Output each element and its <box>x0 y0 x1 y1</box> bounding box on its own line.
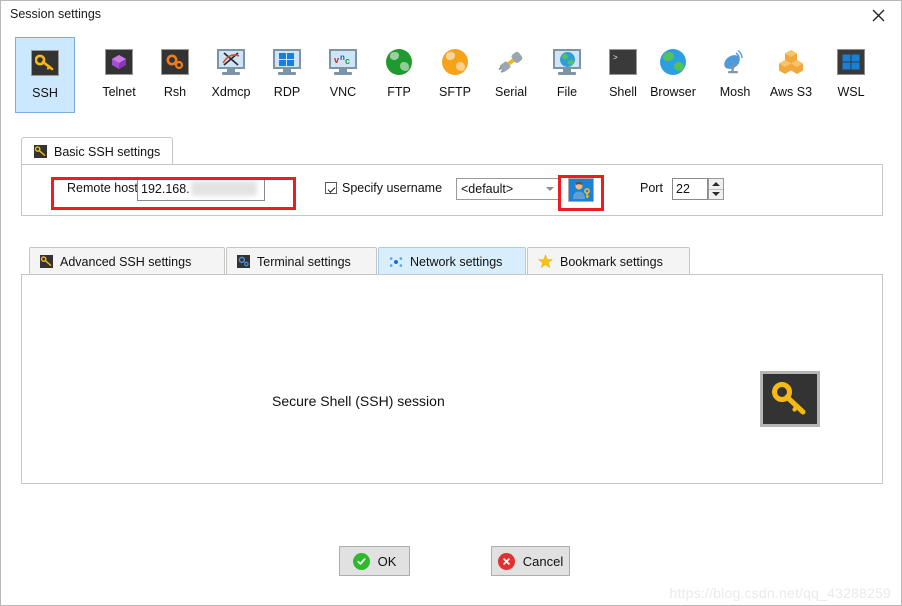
svg-text:v: v <box>334 55 339 65</box>
protocol-mosh[interactable]: Mosh <box>705 37 765 113</box>
tab-label: Bookmark settings <box>560 254 663 269</box>
protocol-label: Aws S3 <box>769 85 813 99</box>
user-key-icon <box>573 181 590 199</box>
ok-button[interactable]: OK <box>339 546 410 576</box>
protocol-label: Browser <box>650 85 696 99</box>
protocol-ftp[interactable]: FTP <box>369 37 429 113</box>
svg-text:c: c <box>345 56 350 66</box>
protocol-telnet[interactable]: Telnet <box>89 37 149 113</box>
basic-tab-row: Basic SSH settings <box>21 137 883 165</box>
session-settings-dialog: Session settings SSH Telnet Rsh Xdmcp RD… <box>0 0 902 606</box>
protocol-label: Telnet <box>102 85 136 99</box>
session-key-icon <box>760 371 820 427</box>
checkbox-icon <box>325 182 337 194</box>
x-circle-icon <box>497 552 515 570</box>
protocol-label: File <box>556 85 578 99</box>
select-user-button[interactable] <box>568 178 594 202</box>
spinner-up-button[interactable] <box>709 179 723 190</box>
tab-network-settings[interactable]: Network settings <box>378 247 526 275</box>
protocol-label: SFTP <box>439 85 471 99</box>
protocol-label: Rsh <box>163 85 187 99</box>
protocol-label: WSL <box>837 85 865 99</box>
protocol-aws-s3[interactable]: Aws S3 <box>761 37 821 113</box>
key-icon <box>40 255 53 268</box>
windows-logo-icon <box>835 46 867 78</box>
cancel-button[interactable]: Cancel <box>491 546 570 576</box>
x-monitor-icon <box>215 46 247 78</box>
protocol-label: VNC <box>329 85 357 99</box>
protocol-label: RDP <box>273 85 301 99</box>
satellite-dish-icon <box>719 46 751 78</box>
redacted-host-mask <box>191 181 257 196</box>
close-icon <box>872 9 884 21</box>
aws-cubes-icon <box>775 46 807 78</box>
blue-globe-icon <box>657 46 689 78</box>
protocol-label: Serial <box>495 85 527 99</box>
green-globe-icon <box>383 46 415 78</box>
tab-bookmark-settings[interactable]: Bookmark settings <box>527 247 690 275</box>
tab-advanced-ssh-settings[interactable]: Advanced SSH settings <box>29 247 225 275</box>
tab-terminal-settings[interactable]: Terminal settings <box>226 247 377 275</box>
tab-label: Network settings <box>410 254 503 269</box>
check-circle-icon <box>352 552 370 570</box>
specify-username-checkbox[interactable]: Specify username <box>325 181 442 195</box>
protocol-wsl[interactable]: WSL <box>821 37 881 113</box>
orange-gears-icon <box>159 46 191 78</box>
protocol-label: Xdmcp <box>211 85 251 99</box>
protocol-xdmcp[interactable]: Xdmcp <box>201 37 261 113</box>
remote-host-label: Remote host * <box>67 181 147 195</box>
specify-username-label: Specify username <box>342 181 443 195</box>
basic-settings-panel: Remote host * Specify username <default> <box>21 164 883 216</box>
watermark: https://blog.csdn.net/qq_43288259 <box>669 585 891 601</box>
chevron-down-icon <box>712 192 720 197</box>
username-dropdown[interactable]: <default> <box>456 178 560 200</box>
chevron-up-icon <box>712 181 720 186</box>
protocol-rdp[interactable]: RDP <box>257 37 317 113</box>
port-label: Port <box>640 181 663 195</box>
svg-text:>: > <box>613 54 618 63</box>
session-preview-panel: Secure Shell (SSH) session <box>21 274 883 484</box>
protocol-browser[interactable]: Browser <box>643 37 703 113</box>
protocol-file[interactable]: File <box>537 37 597 113</box>
tab-basic-ssh-settings[interactable]: Basic SSH settings <box>21 137 174 165</box>
terminal-prompt-icon: > <box>607 46 639 78</box>
port-input[interactable] <box>672 178 708 200</box>
close-button[interactable] <box>855 1 901 29</box>
protocol-label: FTP <box>387 85 411 99</box>
title-bar: Session settings <box>1 1 901 29</box>
cancel-label: Cancel <box>522 553 564 569</box>
protocol-label: SSH <box>32 86 58 100</box>
spinner-down-button[interactable] <box>709 190 723 200</box>
key-icon <box>29 47 61 79</box>
tab-label: Basic SSH settings <box>54 144 161 159</box>
tab-label: Terminal settings <box>257 254 351 269</box>
serial-plug-icon <box>495 46 527 78</box>
protocol-selector: SSH Telnet Rsh Xdmcp RDP v n c VNC FTP S… <box>15 37 889 115</box>
gear-icon <box>237 255 250 268</box>
orange-globe-icon <box>439 46 471 78</box>
globe-monitor-icon <box>551 46 583 78</box>
protocol-serial[interactable]: Serial <box>481 37 541 113</box>
ok-label: OK <box>377 553 397 569</box>
chevron-down-icon <box>546 187 554 191</box>
protocol-label: Shell <box>609 85 637 99</box>
protocol-rsh[interactable]: Rsh <box>145 37 205 113</box>
network-dots-icon <box>389 255 403 269</box>
protocol-sftp[interactable]: SFTP <box>425 37 485 113</box>
page-title: Session settings <box>10 7 102 21</box>
vnc-monitor-icon: v n c <box>327 46 359 78</box>
protocol-label: Mosh <box>719 85 751 99</box>
session-caption: Secure Shell (SSH) session <box>272 393 445 409</box>
protocol-vnc[interactable]: v n c VNC <box>313 37 373 113</box>
windows-monitor-icon <box>271 46 303 78</box>
protocol-ssh[interactable]: SSH <box>15 37 75 113</box>
star-icon <box>538 254 553 269</box>
username-value: <default> <box>461 182 514 196</box>
sub-tab-row: Advanced SSH settings Terminal settings <box>21 247 883 275</box>
purple-cube-icon <box>103 46 135 78</box>
port-spinner[interactable] <box>708 178 724 200</box>
tab-label: Advanced SSH settings <box>60 254 192 269</box>
key-icon <box>34 145 47 158</box>
